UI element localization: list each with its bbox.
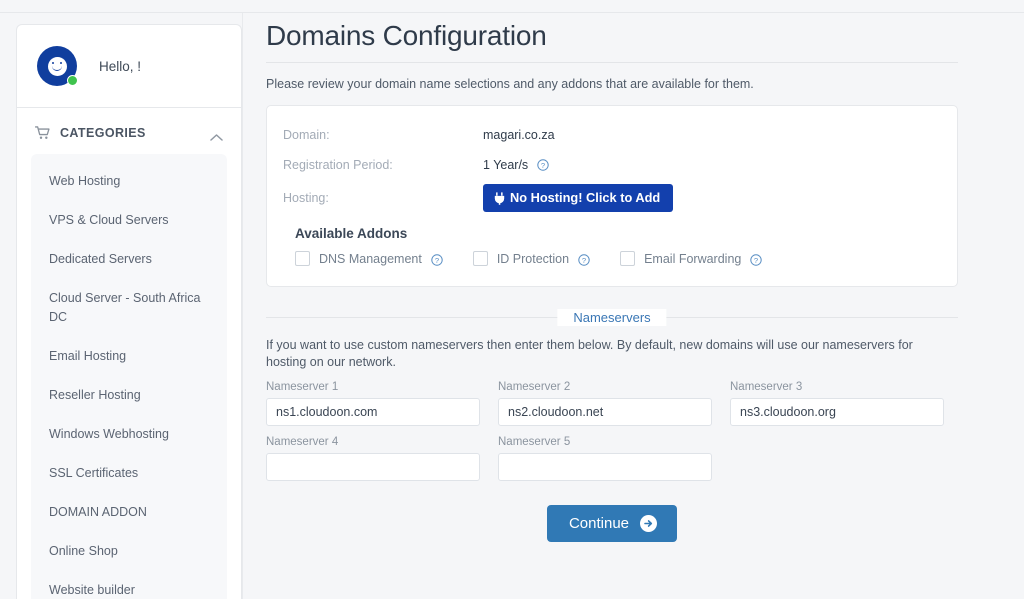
categories-card: CATEGORIES Web Hosting VPS & Cloud Serve… bbox=[16, 108, 242, 599]
top-divider bbox=[0, 12, 1024, 13]
nameservers-section-label: Nameservers bbox=[557, 309, 667, 326]
sidebar-item-windows-webhosting[interactable]: Windows Webhosting bbox=[31, 415, 227, 454]
greeting-text: Hello, ! bbox=[99, 58, 142, 74]
nameserver-5-label: Nameserver 5 bbox=[498, 436, 571, 448]
shopping-cart-icon bbox=[34, 126, 50, 140]
nameserver-2-input[interactable] bbox=[498, 398, 712, 426]
nameserver-4-label: Nameserver 4 bbox=[266, 436, 339, 448]
sidebar-item-online-shop[interactable]: Online Shop bbox=[31, 532, 227, 571]
page-title: Domains Configuration bbox=[266, 20, 547, 51]
domain-label: Domain: bbox=[283, 128, 330, 142]
nameserver-5-field: Nameserver 5 bbox=[498, 436, 712, 481]
user-greeting-card: Hello, ! bbox=[16, 24, 242, 108]
categories-list: Web Hosting VPS & Cloud Servers Dedicate… bbox=[31, 154, 227, 599]
registration-period-label: Registration Period: bbox=[283, 158, 393, 172]
title-divider bbox=[266, 62, 958, 63]
svg-text:?: ? bbox=[435, 255, 439, 264]
continue-button-wrap: Continue bbox=[266, 505, 958, 542]
nameserver-1-field: Nameserver 1 bbox=[266, 381, 480, 426]
nameservers-section-divider: Nameservers bbox=[266, 309, 958, 326]
id-protection-checkbox[interactable] bbox=[472, 251, 488, 266]
page-lead-text: Please review your domain name selection… bbox=[266, 77, 754, 91]
sidebar-item-ssl-certificates[interactable]: SSL Certificates bbox=[31, 454, 227, 493]
sidebar-item-email-hosting[interactable]: Email Hosting bbox=[31, 337, 227, 376]
dns-management-checkbox[interactable] bbox=[295, 251, 310, 266]
question-circle-icon[interactable]: ? bbox=[750, 253, 763, 266]
sidebar: Hello, ! CATEGORIES Web Hosting VPS & Cl… bbox=[16, 24, 242, 599]
categories-header[interactable]: CATEGORIES bbox=[17, 108, 241, 154]
nameserver-3-label: Nameserver 3 bbox=[730, 381, 803, 393]
nameservers-lead-text: If you want to use custom nameservers th… bbox=[266, 338, 913, 369]
email-forwarding-label: Email Forwarding bbox=[644, 251, 742, 266]
svg-text:?: ? bbox=[754, 255, 758, 264]
nameserver-3-input[interactable] bbox=[730, 398, 944, 426]
sidebar-item-vps-cloud-servers[interactable]: VPS & Cloud Servers bbox=[31, 201, 227, 240]
nameserver-1-input[interactable] bbox=[266, 398, 480, 426]
hosting-label: Hosting: bbox=[283, 191, 329, 205]
add-hosting-button-label: No Hosting! Click to Add bbox=[510, 190, 661, 205]
arrow-right-circle-icon bbox=[640, 515, 658, 532]
page-root: Hello, ! CATEGORIES Web Hosting VPS & Cl… bbox=[0, 0, 1024, 599]
domain-row: Domain: magari.co.za bbox=[283, 124, 941, 146]
addon-dns-management[interactable]: DNS Management ? bbox=[295, 251, 443, 266]
nameserver-3-field: Nameserver 3 bbox=[730, 381, 944, 426]
sidebar-item-domain-addon[interactable]: DOMAIN ADDON bbox=[31, 493, 227, 532]
nameserver-1-label: Nameserver 1 bbox=[266, 381, 339, 393]
online-dot-icon bbox=[67, 75, 78, 86]
question-circle-icon[interactable]: ? bbox=[537, 159, 549, 171]
categories-title: CATEGORIES bbox=[60, 126, 146, 140]
dns-management-label: DNS Management bbox=[319, 251, 422, 266]
add-hosting-button[interactable]: No Hosting! Click to Add bbox=[483, 184, 674, 212]
svg-text:?: ? bbox=[541, 161, 545, 170]
addon-id-protection[interactable]: ID Protection ? bbox=[472, 251, 590, 266]
sidebar-item-reseller-hosting[interactable]: Reseller Hosting bbox=[31, 376, 227, 415]
domain-value: magari.co.za bbox=[483, 128, 555, 142]
nameserver-2-field: Nameserver 2 bbox=[498, 381, 712, 426]
continue-button-label: Continue bbox=[568, 515, 630, 532]
nameserver-4-field: Nameserver 4 bbox=[266, 436, 480, 481]
available-addons-row: DNS Management ? ID Protection ? Email F… bbox=[295, 251, 941, 270]
sidebar-item-website-builder[interactable]: Website builder bbox=[31, 571, 227, 599]
avatar bbox=[37, 46, 78, 86]
question-circle-icon[interactable]: ? bbox=[431, 253, 443, 266]
sidebar-item-cloud-server-south-africa-dc[interactable]: Cloud Server - South Africa DC bbox=[31, 279, 227, 337]
sidebar-item-dedicated-servers[interactable]: Dedicated Servers bbox=[31, 240, 227, 279]
svg-text:?: ? bbox=[582, 255, 586, 264]
nameservers-grid: Nameserver 1 Nameserver 2 Nameserver 3 N… bbox=[266, 381, 958, 491]
sidebar-item-web-hosting[interactable]: Web Hosting bbox=[31, 162, 227, 201]
email-forwarding-checkbox[interactable] bbox=[620, 251, 636, 266]
question-circle-icon[interactable]: ? bbox=[578, 253, 590, 266]
registration-period-row: Registration Period: 1 Year/s ? bbox=[283, 154, 941, 176]
main-content: Domains Configuration Please review your… bbox=[266, 14, 958, 542]
continue-button[interactable]: Continue bbox=[546, 505, 678, 542]
nameserver-4-input[interactable] bbox=[266, 453, 480, 481]
registration-period-value: 1 Year/s bbox=[483, 158, 529, 172]
available-addons-title: Available Addons bbox=[295, 226, 408, 241]
chevron-up-icon[interactable] bbox=[210, 129, 223, 141]
domain-details-panel: Domain: magari.co.za Registration Period… bbox=[266, 105, 958, 287]
plug-icon bbox=[494, 191, 505, 205]
nameserver-2-label: Nameserver 2 bbox=[498, 381, 571, 393]
sidebar-content-divider bbox=[242, 13, 243, 599]
addon-email-forwarding[interactable]: Email Forwarding ? bbox=[620, 251, 763, 266]
id-protection-label: ID Protection bbox=[496, 251, 570, 266]
nameserver-5-input[interactable] bbox=[498, 453, 712, 481]
hosting-row: Hosting: No Hosting! Click to Add bbox=[283, 184, 941, 212]
